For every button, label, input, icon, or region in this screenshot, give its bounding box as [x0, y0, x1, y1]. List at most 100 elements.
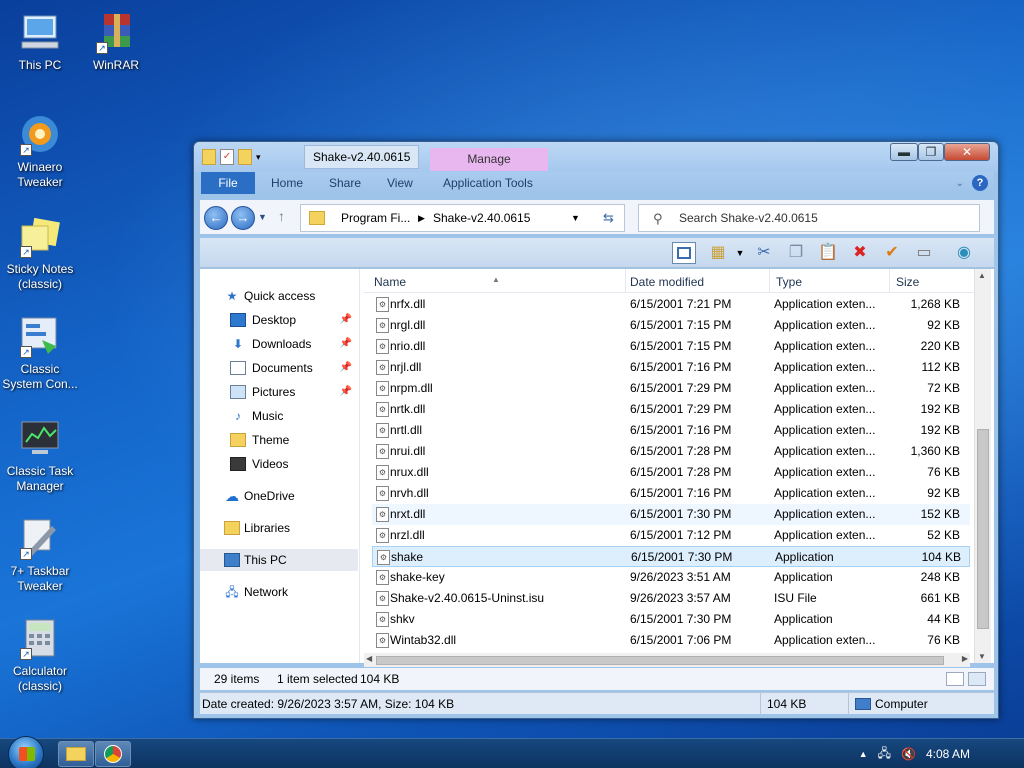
desktop-icon-classic-system-control[interactable]: ↗ Classic System Con...: [0, 314, 80, 392]
maximize-button[interactable]: ❐: [918, 143, 944, 161]
file-row[interactable]: ⚙ shake 6/15/2001 7:30 PM Application 104 KB: [372, 546, 970, 567]
tab-home[interactable]: Home: [271, 172, 303, 194]
network-tray-icon[interactable]: 🖧: [878, 744, 891, 765]
desktop-icon-7-taskbar-tweaker[interactable]: ↗ 7+ Taskbar Tweaker: [0, 516, 80, 594]
close-button[interactable]: ✕: [944, 143, 990, 161]
address-bar[interactable]: Program Fi... ▶ Shake-v2.40.0615 ▼ ⇆: [300, 204, 625, 232]
scroll-right-icon[interactable]: ▶: [962, 654, 968, 663]
scroll-left-icon[interactable]: ◀: [366, 654, 372, 663]
nav-desktop[interactable]: Desktop 📌: [200, 309, 358, 331]
tab-application-tools[interactable]: Application Tools: [443, 172, 533, 194]
checkmark-icon[interactable]: ✔: [880, 242, 904, 264]
nav-onedrive[interactable]: ☁ OneDrive: [200, 485, 358, 507]
tab-manage[interactable]: Manage: [430, 148, 548, 171]
paste-icon[interactable]: 📋: [816, 242, 840, 264]
refresh-icon[interactable]: ⇆: [603, 210, 614, 226]
vertical-scroll-thumb[interactable]: [977, 429, 989, 629]
desktop-icon-sticky-notes[interactable]: ↗ Sticky Notes (classic): [0, 214, 80, 292]
globe-icon[interactable]: ◉: [952, 242, 976, 264]
nav-pictures[interactable]: Pictures 📌: [200, 381, 358, 403]
help-icon[interactable]: ?: [972, 175, 988, 191]
desktop-icon-classic-task-manager[interactable]: Classic Task Manager: [0, 416, 80, 494]
pin-icon[interactable]: 📌: [340, 333, 352, 355]
details-view-icon[interactable]: [946, 672, 964, 686]
rename-icon[interactable]: ▭: [912, 242, 936, 264]
horizontal-scroll-thumb[interactable]: [376, 656, 944, 665]
nav-quick-access[interactable]: ★ Quick access: [200, 285, 358, 307]
nav-this-pc[interactable]: This PC: [200, 549, 358, 571]
clock[interactable]: 4:08 AM: [926, 747, 970, 761]
preview-pane-icon[interactable]: [672, 242, 696, 264]
cut-icon[interactable]: ✂: [752, 242, 776, 264]
desktop-icon-calculator[interactable]: ↗ Calculator (classic): [0, 616, 80, 694]
pin-icon[interactable]: 📌: [340, 309, 352, 331]
breadcrumb-program-files[interactable]: Program Fi...: [341, 211, 410, 225]
up-arrow-icon[interactable]: ↑: [278, 208, 285, 224]
file-row[interactable]: ⚙ nrvh.dll 6/15/2001 7:16 PM Application ex…: [372, 483, 970, 504]
folder-icon: [66, 747, 86, 761]
file-row[interactable]: ⚙ nrzl.dll 6/15/2001 7:12 PM Application ex…: [372, 525, 970, 546]
start-button[interactable]: [8, 736, 44, 768]
nav-downloads[interactable]: ⬇ Downloads 📌: [200, 333, 358, 355]
horizontal-scrollbar[interactable]: ◀ ▶: [364, 653, 970, 667]
forward-button[interactable]: →: [231, 206, 255, 230]
recent-locations-dropdown-icon[interactable]: ▼: [258, 212, 267, 222]
taskbar-chrome[interactable]: [95, 741, 131, 767]
file-row[interactable]: ⚙ nrjl.dll 6/15/2001 7:16 PM Application ex…: [372, 357, 970, 378]
taskbar-file-explorer[interactable]: [58, 741, 94, 767]
file-row[interactable]: ⚙ shkv 6/15/2001 7:30 PM Application 44 KB: [372, 609, 970, 630]
address-dropdown-icon[interactable]: ▼: [571, 213, 580, 223]
breadcrumb-separator-icon[interactable]: ▶: [418, 213, 425, 224]
file-row[interactable]: ⚙ nrgl.dll 6/15/2001 7:15 PM Application ex…: [372, 315, 970, 336]
nav-theme[interactable]: Theme: [200, 429, 358, 451]
file-row[interactable]: ⚙ nrtl.dll 6/15/2001 7:16 PM Application ex…: [372, 420, 970, 441]
scroll-up-icon[interactable]: ▲: [978, 271, 986, 280]
file-row[interactable]: ⚙ nrtk.dll 6/15/2001 7:29 PM Application ex…: [372, 399, 970, 420]
file-row[interactable]: ⚙ nrpm.dll 6/15/2001 7:29 PM Application ex…: [372, 378, 970, 399]
volume-muted-icon[interactable]: 🔇: [901, 747, 916, 761]
vertical-scrollbar[interactable]: ▲ ▼: [974, 269, 991, 663]
back-button[interactable]: ←: [204, 206, 228, 230]
qat-dropdown-icon[interactable]: ▾: [256, 152, 261, 163]
nav-videos[interactable]: Videos: [200, 453, 358, 475]
folder-icon[interactable]: [202, 149, 216, 165]
nav-libraries[interactable]: Libraries: [200, 517, 358, 539]
scroll-down-icon[interactable]: ▼: [978, 652, 986, 661]
search-input[interactable]: ⚲ Search Shake-v2.40.0615: [638, 204, 980, 232]
pin-icon[interactable]: 📌: [340, 381, 352, 403]
desktop-icon-winaero-tweaker[interactable]: ↗ Winaero Tweaker: [0, 112, 80, 190]
new-folder-icon[interactable]: [238, 149, 252, 165]
nav-music[interactable]: ♪ Music: [200, 405, 358, 427]
breadcrumb-shake[interactable]: Shake-v2.40.0615: [433, 211, 530, 225]
show-hidden-icons-icon[interactable]: ▲: [859, 749, 868, 759]
copy-icon[interactable]: ❐: [784, 242, 808, 264]
folder-options-dropdown-icon[interactable]: ▼: [728, 242, 752, 264]
nav-network[interactable]: 🖧 Network: [200, 581, 358, 603]
column-header-size[interactable]: Size: [890, 269, 980, 293]
column-header-date[interactable]: Date modified: [626, 269, 770, 293]
file-row[interactable]: ⚙ nrui.dll 6/15/2001 7:28 PM Application ex…: [372, 441, 970, 462]
file-row[interactable]: ⚙ nrfx.dll 6/15/2001 7:21 PM Application ex…: [372, 294, 970, 315]
folder-options-icon[interactable]: ▦: [706, 242, 730, 264]
file-row[interactable]: ⚙ Shake-v2.40.0615-Uninst.isu 9/26/2023 3:…: [372, 588, 970, 609]
tab-view[interactable]: View: [387, 172, 413, 194]
minimize-button[interactable]: ▬: [890, 143, 918, 161]
column-header-type[interactable]: Type: [770, 269, 890, 293]
tab-share[interactable]: Share: [329, 172, 361, 194]
column-header-name[interactable]: Name ▲: [364, 269, 626, 293]
desktop-icon-winrar[interactable]: ↗ WinRAR: [76, 10, 156, 73]
nav-documents[interactable]: Documents 📌: [200, 357, 358, 379]
file-row[interactable]: ⚙ nrio.dll 6/15/2001 7:15 PM Application ex…: [372, 336, 970, 357]
delete-icon[interactable]: ✖: [848, 242, 872, 264]
file-row[interactable]: ⚙ shake-key 9/26/2023 3:51 AM Application 24…: [372, 567, 970, 588]
file-row[interactable]: ⚙ nrux.dll 6/15/2001 7:28 PM Application ex…: [372, 462, 970, 483]
tab-file[interactable]: File: [201, 172, 255, 194]
file-row[interactable]: ⚙ Wintab32.dll 6/15/2001 7:06 PM Applicatio…: [372, 630, 970, 651]
title-bar[interactable]: ✓ ▾ Shake-v2.40.0615 Manage ▬ ❐ ✕: [194, 142, 998, 172]
large-icons-view-icon[interactable]: [968, 672, 986, 686]
pin-icon[interactable]: 📌: [340, 357, 352, 379]
ribbon-expand-icon[interactable]: ⌄: [956, 178, 964, 189]
properties-icon[interactable]: ✓: [220, 149, 234, 165]
file-row[interactable]: ⚙ nrxt.dll 6/15/2001 7:30 PM Application ex…: [372, 504, 970, 525]
desktop-icon-this-pc[interactable]: This PC: [0, 10, 80, 73]
